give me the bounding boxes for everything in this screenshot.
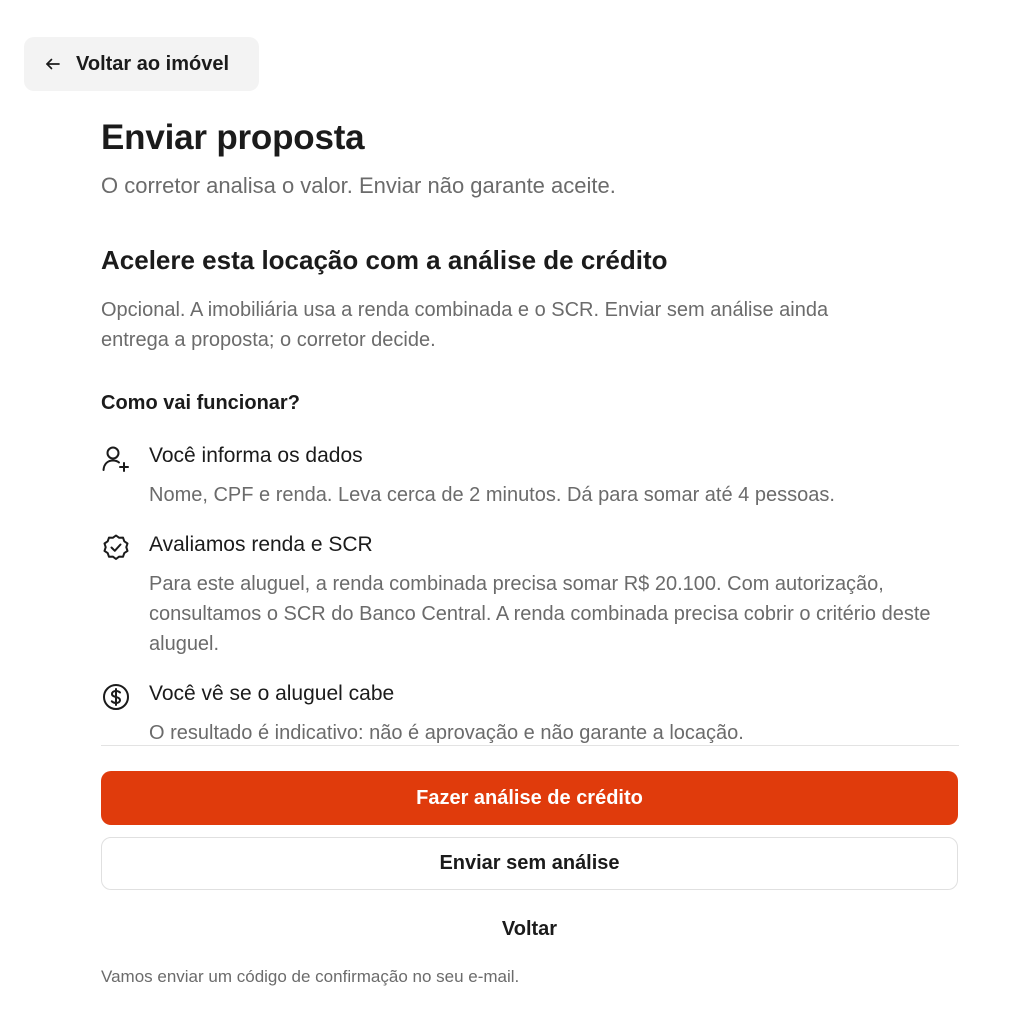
step-title: Você informa os dados [149, 444, 363, 467]
step-description: Nome, CPF e renda. Leva cerca de 2 minut… [149, 484, 835, 506]
arrow-left-icon [46, 58, 60, 70]
step-description: O resultado é indicativo: não é aprovaçã… [149, 722, 744, 744]
back-to-property-button[interactable]: Voltar ao imóvel [24, 37, 259, 91]
user-plus-icon [101, 444, 131, 474]
confirmation-footnote: Vamos enviar um código de confirmação no… [101, 967, 520, 986]
step-title: Avaliamos renda e SCR [149, 533, 373, 556]
credit-section-title: Acelere esta locação com a análise de cr… [101, 245, 668, 275]
credit-analysis-button[interactable]: Fazer análise de crédito [101, 771, 958, 825]
check-badge-icon [101, 533, 131, 563]
send-without-analysis-button[interactable]: Enviar sem análise [101, 837, 958, 890]
step-title: Você vê se o aluguel cabe [149, 682, 395, 705]
page-subtitle: O corretor analisa o valor. Enviar não g… [101, 173, 616, 198]
how-it-works-title: Como vai funcionar? [101, 392, 300, 414]
step-description: Para este aluguel, a renda combinada pre… [149, 573, 931, 655]
divider [101, 745, 959, 746]
back-button[interactable]: Voltar [101, 908, 958, 950]
page-title: Enviar proposta [101, 118, 365, 157]
dollar-circle-icon [101, 682, 131, 712]
back-to-property-label: Voltar ao imóvel [76, 52, 230, 75]
credit-section-description: Opcional. A imobiliária usa a renda comb… [101, 299, 829, 351]
